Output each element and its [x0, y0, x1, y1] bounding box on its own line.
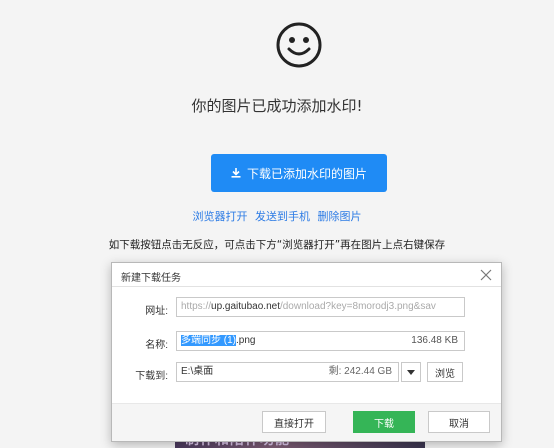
- browse-button[interactable]: 浏览: [427, 362, 463, 382]
- download-watermarked-image-button[interactable]: 下载已添加水印的图片: [211, 154, 387, 192]
- open-direct-button[interactable]: 直接打开: [262, 411, 326, 433]
- success-message: 你的图片已成功添加水印!: [191, 97, 363, 115]
- cancel-button[interactable]: 取消: [428, 411, 490, 433]
- file-name-selection: 多端同步 (1): [181, 335, 236, 346]
- new-download-task-dialog: 新建下载任务 网址: https://up.gaitubao.net/downl…: [111, 262, 502, 442]
- file-name-field[interactable]: 多端同步 (1).png 136.48 KB: [176, 331, 465, 351]
- dialog-title-bar: 新建下载任务: [112, 263, 501, 287]
- download-icon: [231, 168, 241, 178]
- dialog-footer: 直接打开 下载 取消: [112, 403, 501, 441]
- url-field[interactable]: https://up.gaitubao.net/download?key=8mo…: [176, 297, 465, 317]
- url-prefix: https://: [181, 301, 212, 312]
- download-button-label: 下载已添加水印的图片: [246, 166, 367, 181]
- save-path-value: E:\桌面: [181, 366, 214, 377]
- dialog-title: 新建下载任务: [121, 273, 181, 284]
- url-label: 网址:: [145, 306, 168, 317]
- name-label: 名称:: [145, 340, 168, 351]
- open-in-browser-link[interactable]: 浏览器打开: [193, 210, 248, 223]
- url-host: up.gaitubao.net: [211, 301, 280, 312]
- file-name-extension: .png: [236, 335, 256, 346]
- chevron-down-icon: [407, 363, 415, 381]
- save-path-field[interactable]: E:\桌面 剩: 242.44 GB: [176, 362, 399, 382]
- action-links: 浏览器打开 发送到手机 删除图片: [0, 208, 554, 224]
- delete-image-link[interactable]: 删除图片: [318, 210, 362, 223]
- download-hint: 如下载按钮点击无反应，可点击下方“浏览器打开”再在图片上点右键保存: [108, 239, 446, 251]
- save-path-label: 下载到:: [135, 371, 168, 382]
- free-space: 剩: 242.44 GB: [328, 366, 392, 377]
- send-to-phone-link[interactable]: 发送到手机: [255, 210, 310, 223]
- close-icon[interactable]: [479, 268, 493, 282]
- path-dropdown-button[interactable]: [401, 362, 421, 382]
- smiley-face-icon: [274, 20, 324, 70]
- file-size: 136.48 KB: [411, 335, 458, 346]
- download-button[interactable]: 下载: [353, 411, 415, 433]
- url-rest: /download?key=8morodj3.png&sav: [279, 301, 436, 312]
